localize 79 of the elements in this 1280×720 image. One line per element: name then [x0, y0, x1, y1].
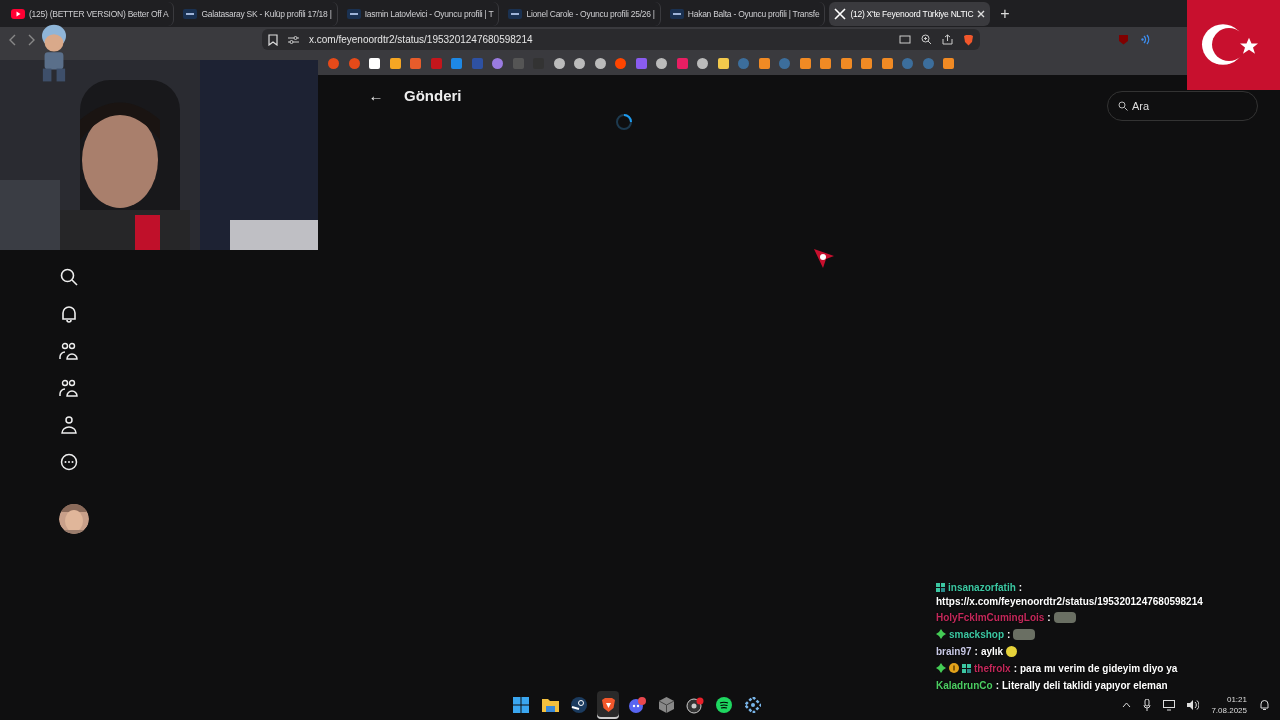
- people-icon[interactable]: [59, 342, 79, 360]
- search-icon[interactable]: [60, 268, 78, 286]
- badge-icon: [936, 583, 945, 592]
- bookmark-icon[interactable]: [840, 58, 852, 69]
- browser-tab[interactable]: (125) (BETTER VERSION) Better Off A: [6, 1, 175, 26]
- bell-icon[interactable]: [1259, 699, 1270, 711]
- chat-username: HolyFckImCumingLois: [936, 611, 1045, 623]
- chat-username: brain97: [936, 645, 972, 657]
- browser-tab[interactable]: (12) X'te Feyenoord Türkiye NLTIC: [829, 1, 991, 26]
- browser-tab[interactable]: Hakan Balta - Oyuncu profili | Transfe: [664, 1, 826, 26]
- zoom-icon[interactable]: [921, 34, 932, 45]
- chat-separator: :: [1007, 628, 1011, 640]
- people-icon[interactable]: [59, 379, 79, 397]
- share-icon[interactable]: [942, 34, 953, 45]
- site-settings-icon[interactable]: [288, 34, 299, 45]
- clock-date[interactable]: 7.08.2025: [1211, 705, 1247, 716]
- search-icon: [1118, 101, 1128, 111]
- tab-title: Iasmin Latovlevici - Oyuncu profili | T: [364, 8, 494, 19]
- chat-separator: :: [1047, 611, 1051, 623]
- speaker-icon[interactable]: [1187, 700, 1200, 710]
- forward-icon[interactable]: [26, 33, 36, 46]
- browser-tab[interactable]: Iasmin Latovlevici - Oyuncu profili | T: [341, 1, 500, 26]
- chat-message: https://x.com/feyenoordtr2/status/1953201247680598214: [936, 596, 1204, 607]
- chevron-up-icon[interactable]: [1122, 702, 1132, 708]
- person-icon[interactable]: [60, 416, 78, 434]
- bookmark-icon[interactable]: [389, 58, 401, 69]
- chat-username: thefrolx: [974, 662, 1011, 674]
- close-icon[interactable]: [977, 9, 986, 18]
- bookmark-icon[interactable]: [553, 58, 565, 69]
- chat-separator: :: [1013, 662, 1017, 674]
- favicon-icon: [834, 7, 847, 20]
- badge-icon: [962, 663, 971, 673]
- favicon-icon: [669, 8, 684, 19]
- favicon-icon: [183, 8, 198, 19]
- badge-icon: [936, 663, 946, 673]
- browser-tab[interactable]: Lionel Carole - Oyuncu profili 25/26 |: [503, 1, 661, 26]
- wave-icon[interactable]: [1141, 34, 1152, 45]
- favicon-icon: [346, 8, 361, 19]
- chat-username: KaladrunCo: [936, 679, 993, 691]
- browser-tab[interactable]: Galatasaray SK - Kulüp profili 17/18 |: [178, 1, 338, 26]
- bookmark-icon[interactable]: [758, 58, 770, 69]
- back-icon[interactable]: [8, 33, 18, 46]
- bookmark-icon[interactable]: [594, 58, 606, 69]
- bookmark-icon[interactable]: [268, 33, 278, 46]
- chat-message: para mı verim de gideyim diyo ya: [1020, 662, 1178, 674]
- tab-title: Lionel Carole - Oyuncu profili 25/26 |: [526, 8, 655, 19]
- chat-separator: :: [995, 679, 999, 691]
- badge-icon: [936, 629, 946, 639]
- chat-username: insanazorfatih: [948, 582, 1016, 593]
- tab-title: Hakan Balta - Oyuncu profili | Transfe: [687, 8, 820, 19]
- address-text[interactable]: x.com/feyenoordtr2/status/1953201247680598214: [309, 34, 533, 45]
- chat-separator: :: [1018, 582, 1023, 593]
- chat-message: Literally deli taklidi yapıyor eleman: [1002, 679, 1168, 691]
- tab-title: (125) (BETTER VERSION) Better Off A: [29, 8, 169, 19]
- back-button[interactable]: ←: [365, 86, 387, 104]
- clock-time[interactable]: 01:21: [1226, 694, 1247, 705]
- more-icon[interactable]: [60, 453, 78, 471]
- shield-icon[interactable]: [963, 33, 974, 46]
- chat-message: aylık: [980, 645, 1004, 657]
- chat-separator: :: [974, 645, 978, 657]
- bookmark-icon[interactable]: [717, 58, 729, 69]
- tab-title: (12) X'te Feyenoord Türkiye NLTIC: [850, 8, 974, 19]
- new-tab-button[interactable]: +: [994, 4, 1016, 23]
- bookmark-icon[interactable]: [656, 58, 667, 69]
- bookmark-icon[interactable]: [574, 58, 585, 69]
- bookmark-icon[interactable]: [697, 58, 708, 69]
- cursor-icon: [813, 248, 835, 270]
- badge-icon: [949, 663, 959, 673]
- search-field[interactable]: Ara: [1107, 91, 1258, 121]
- monitor-icon[interactable]: [1163, 699, 1176, 711]
- bookmark-icon[interactable]: [881, 58, 893, 69]
- page-title: Gönderi: [404, 86, 462, 104]
- microphone-icon[interactable]: [1143, 699, 1152, 711]
- chat-username: smackshop: [949, 628, 1005, 640]
- tab-title: Galatasaray SK - Kulüp profili 17/18 |: [201, 8, 332, 19]
- favicon-icon: [11, 8, 25, 19]
- favicon-icon: [508, 8, 523, 19]
- bell-icon[interactable]: [60, 305, 78, 323]
- bookmark-icon[interactable]: [799, 58, 811, 69]
